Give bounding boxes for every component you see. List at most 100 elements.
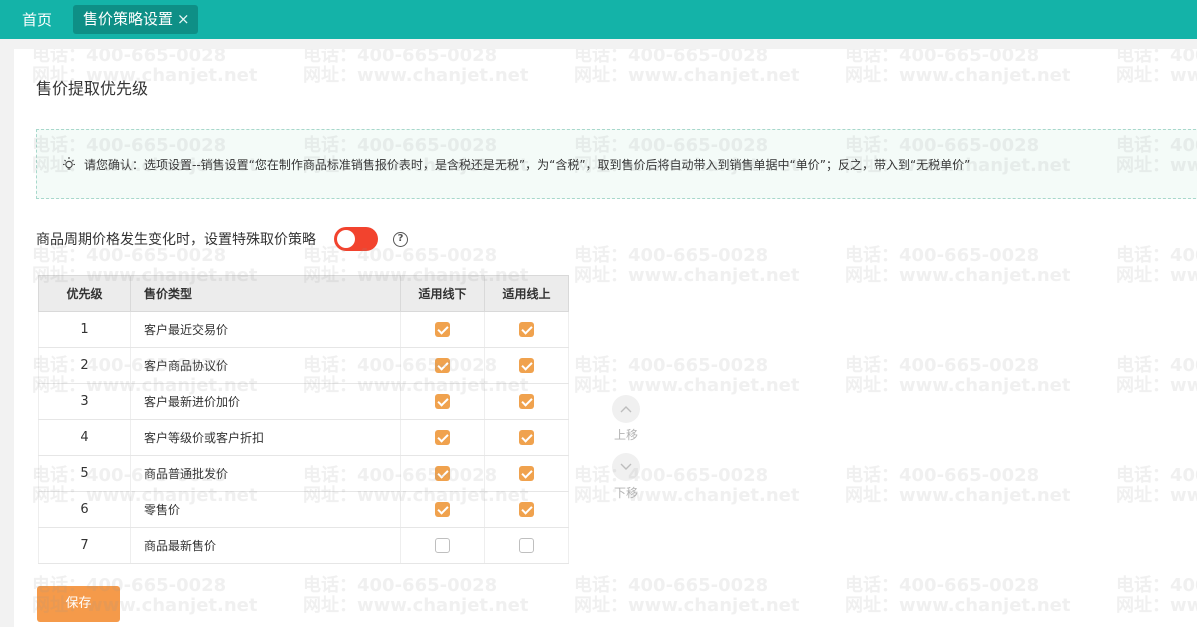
- online-cell: [484, 419, 569, 456]
- watermark-phone: 电话：400-665-0028: [574, 465, 769, 486]
- priority-cell: 7: [38, 527, 131, 564]
- online-cell: [484, 383, 569, 420]
- watermark-site: 网址：www.chanjet.net: [574, 65, 800, 86]
- watermark-phone: 电话：400-665-0028: [574, 49, 769, 66]
- section-title: 售价提取优先级: [36, 79, 149, 98]
- help-icon[interactable]: ?: [393, 231, 408, 247]
- offline-checkbox[interactable]: [435, 538, 450, 553]
- watermark-site: 网址：www.chanjet.net: [845, 375, 1071, 396]
- watermark-site: 网址：www.chanjet.net: [845, 485, 1071, 506]
- table-header-row: 优先级 售价类型 适用线下 适用线上: [38, 275, 569, 312]
- offline-checkbox[interactable]: [435, 502, 450, 517]
- watermark-phone: 电话：400-665-0028: [1116, 49, 1197, 66]
- watermark-phone: 电话：400-665-0028: [845, 49, 1040, 66]
- watermark-site: 网址：www.chanjet.net: [845, 65, 1071, 86]
- tab-label: 售价策略设置: [83, 10, 174, 28]
- watermark-site: 网址：www.chanjet.net: [303, 595, 529, 616]
- toggle-knob: [337, 230, 355, 248]
- watermark-phone: 电话：400-665-0028: [845, 245, 1040, 266]
- watermark-phone: 电话：400-665-0028: [574, 575, 769, 596]
- offline-checkbox[interactable]: [435, 322, 450, 337]
- offline-cell: [400, 455, 485, 492]
- watermark-site: 网址：www.chanjet.net: [1116, 595, 1197, 616]
- notice-box: 请您确认：选项设置--销售设置“您在制作商品标准销售报价表时，是含税还是无税”，…: [36, 129, 1197, 199]
- close-icon[interactable]: ×: [177, 5, 190, 34]
- notice-text: 请您确认：选项设置--销售设置“您在制作商品标准销售报价表时，是含税还是无税”，…: [84, 157, 971, 172]
- priority-table: 优先级 售价类型 适用线下 适用线上 1 客户最近交易价 2 客户商品协议价 3 客户最新…: [38, 275, 569, 564]
- price-type-cell: 商品普通批发价: [130, 455, 401, 492]
- online-checkbox[interactable]: [519, 538, 534, 553]
- offline-checkbox[interactable]: [435, 430, 450, 445]
- watermark-site: 网址：www.chanjet.net: [845, 265, 1071, 286]
- price-type-cell: 零售价: [130, 491, 401, 528]
- special-strategy-toggle[interactable]: [334, 227, 378, 251]
- online-checkbox[interactable]: [519, 466, 534, 481]
- header-priority: 优先级: [38, 275, 131, 312]
- watermark-phone: 电话：400-665-0028: [845, 465, 1040, 486]
- watermark-site: 网址：www.chanjet.net: [574, 375, 800, 396]
- price-type-cell: 客户商品协议价: [130, 347, 401, 384]
- offline-cell: [400, 347, 485, 384]
- chevron-up-icon: [612, 395, 640, 423]
- chevron-down-icon: [612, 453, 640, 481]
- offline-cell: [400, 491, 485, 528]
- watermark-site: 网址：www.chanjet.net: [1116, 265, 1197, 286]
- header-price-type: 售价类型: [130, 275, 401, 312]
- top-nav-bar: 首页 售价策略设置 ×: [0, 0, 1197, 39]
- watermark-site: 网址：www.chanjet.net: [1116, 65, 1197, 86]
- save-button[interactable]: 保存: [37, 586, 120, 622]
- table-row[interactable]: 3 客户最新进价加价: [38, 383, 569, 420]
- online-checkbox[interactable]: [519, 394, 534, 409]
- priority-cell: 5: [38, 455, 131, 492]
- table-row[interactable]: 2 客户商品协议价: [38, 347, 569, 384]
- move-down-label: 下移: [613, 486, 638, 500]
- offline-cell: [400, 311, 485, 348]
- watermark-phone: 电话：400-665-0028: [845, 575, 1040, 596]
- online-checkbox[interactable]: [519, 358, 534, 373]
- rule-label: 商品周期价格发生变化时，设置特殊取价策略: [36, 232, 316, 248]
- priority-cell: 6: [38, 491, 131, 528]
- special-price-rule-row: 商品周期价格发生变化时，设置特殊取价策略 ?: [36, 227, 408, 251]
- online-cell: [484, 455, 569, 492]
- online-checkbox[interactable]: [519, 502, 534, 517]
- price-type-cell: 客户最新进价加价: [130, 383, 401, 420]
- move-down-button[interactable]: 下移: [609, 453, 643, 501]
- table-row[interactable]: 4 客户等级价或客户折扣: [38, 419, 569, 456]
- online-cell: [484, 491, 569, 528]
- offline-cell: [400, 419, 485, 456]
- watermark-phone: 电话：400-665-0028: [574, 355, 769, 376]
- watermark-site: 网址：www.chanjet.net: [303, 65, 529, 86]
- price-type-cell: 客户等级价或客户折扣: [130, 419, 401, 456]
- offline-checkbox[interactable]: [435, 394, 450, 409]
- online-checkbox[interactable]: [519, 430, 534, 445]
- header-offline: 适用线下: [400, 275, 485, 312]
- offline-checkbox[interactable]: [435, 358, 450, 373]
- watermark-phone: 电话：400-665-0028: [1116, 575, 1197, 596]
- offline-cell: [400, 527, 485, 564]
- priority-cell: 2: [38, 347, 131, 384]
- tab-price-strategy-settings[interactable]: 售价策略设置 ×: [73, 5, 198, 34]
- watermark-site: 网址：www.chanjet.net: [845, 595, 1071, 616]
- watermark-phone: 电话：400-665-0028: [303, 49, 498, 66]
- offline-checkbox[interactable]: [435, 466, 450, 481]
- watermark-site: 网址：www.chanjet.net: [574, 595, 800, 616]
- watermark-site: 网址：www.chanjet.net: [574, 265, 800, 286]
- nav-home-tab[interactable]: 首页: [22, 9, 52, 30]
- price-type-cell: 客户最近交易价: [130, 311, 401, 348]
- priority-cell: 3: [38, 383, 131, 420]
- table-row[interactable]: 5 商品普通批发价: [38, 455, 569, 492]
- watermark-phone: 电话：400-665-0028: [845, 355, 1040, 376]
- table-row[interactable]: 1 客户最近交易价: [38, 311, 569, 348]
- priority-cell: 4: [38, 419, 131, 456]
- online-cell: [484, 527, 569, 564]
- online-cell: [484, 311, 569, 348]
- table-row[interactable]: 7 商品最新售价: [38, 527, 569, 564]
- offline-cell: [400, 383, 485, 420]
- lightbulb-icon: [63, 157, 75, 170]
- table-row[interactable]: 6 零售价: [38, 491, 569, 528]
- move-up-button[interactable]: 上移: [609, 395, 643, 443]
- online-checkbox[interactable]: [519, 322, 534, 337]
- watermark-site: 网址：www.chanjet.net: [1116, 485, 1197, 506]
- watermark-phone: 电话：400-665-0028: [1116, 245, 1197, 266]
- watermark-phone: 电话：400-665-0028: [303, 575, 498, 596]
